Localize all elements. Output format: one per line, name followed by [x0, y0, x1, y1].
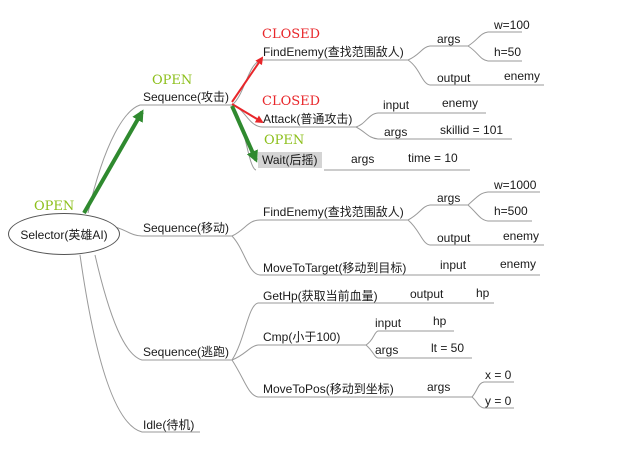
param-value: time = 10	[408, 151, 458, 165]
movetopos-node[interactable]: MoveToPos(移动到坐标)	[263, 382, 394, 396]
attack-sequence-node[interactable]: Sequence(攻击)	[143, 90, 229, 104]
param-key: output	[437, 231, 471, 245]
param-key: args	[427, 380, 451, 394]
param-key: output	[437, 71, 471, 85]
param-value: enemy	[503, 229, 540, 243]
wait-node[interactable]: Wait(后摇)	[258, 152, 322, 168]
param-key: input	[440, 258, 467, 272]
param-value: hp	[476, 286, 490, 300]
param-value: w=1000	[494, 178, 537, 192]
param-value: y = 0	[485, 394, 512, 408]
param-value: enemy	[442, 96, 479, 110]
param-value: enemy	[504, 69, 541, 83]
edge-root-attack	[87, 104, 232, 214]
closed-arrow-findenemy	[231, 56, 264, 103]
param-value: skillid = 101	[440, 123, 504, 137]
edge-root-idle	[79, 254, 200, 433]
param-value: enemy	[500, 257, 537, 271]
param-key: args	[375, 343, 399, 357]
cmp-node[interactable]: Cmp(小于100)	[263, 330, 340, 344]
gethp-node[interactable]: GetHp(获取当前血量)	[263, 289, 378, 303]
attack-state: CLOSED	[262, 94, 321, 109]
idle-node[interactable]: Idle(待机)	[143, 418, 194, 432]
param-value: w=100	[494, 18, 530, 32]
attack-sequence-state: OPEN	[152, 73, 193, 88]
param-value: lt = 50	[431, 341, 465, 355]
param-key: args	[351, 152, 375, 166]
findenemy-node[interactable]: FindEnemy(查找范围敌人)	[263, 205, 404, 219]
param-key: output	[410, 287, 444, 301]
findenemy-node[interactable]: FindEnemy(查找范围敌人)	[263, 45, 404, 59]
param-value: x = 0	[485, 368, 512, 382]
root-state: OPEN	[34, 199, 75, 214]
param-key: args	[437, 32, 461, 46]
param-key: args	[384, 125, 408, 139]
param-key: input	[375, 316, 402, 330]
wait-state: OPEN	[264, 133, 305, 148]
flee-sequence-node[interactable]: Sequence(逃跑)	[143, 345, 229, 359]
edge-flee-cmp	[231, 344, 366, 361]
movetotarget-node[interactable]: MoveToTarget(移动到目标)	[263, 261, 406, 275]
param-key: input	[383, 98, 410, 112]
param-value: h=500	[494, 204, 528, 218]
param-value: hp	[433, 314, 447, 328]
findenemy-state: CLOSED	[262, 27, 321, 42]
move-sequence-node[interactable]: Sequence(移动)	[143, 221, 229, 235]
param-key: args	[437, 191, 461, 205]
open-arrow-root	[82, 109, 144, 214]
behavior-tree-diagram: OPEN OPEN CLOSED CLOSED OPEN Selector(英雄…	[0, 0, 619, 454]
edge-move-findenemy	[231, 219, 408, 237]
param-value: h=50	[494, 45, 522, 59]
attack-node[interactable]: Attack(普通攻击)	[263, 112, 352, 126]
root-label: Selector(英雄AI)	[20, 227, 108, 242]
root-node[interactable]: Selector(英雄AI)	[8, 213, 120, 255]
